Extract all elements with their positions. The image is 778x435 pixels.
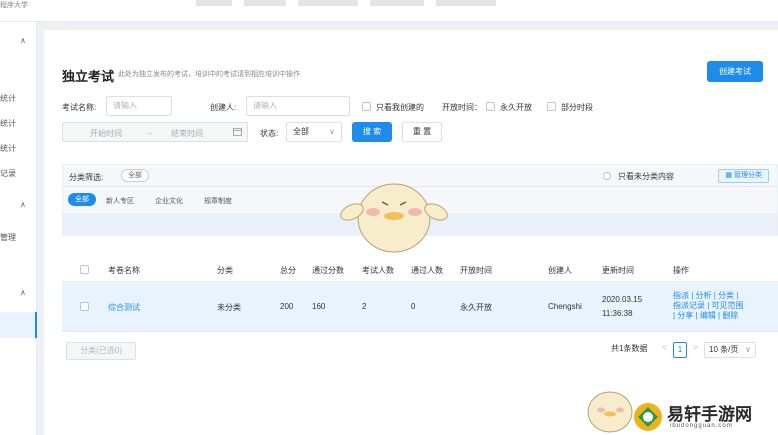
col-pass-score: 通过分数: [312, 266, 344, 275]
col-category: 分类: [217, 266, 233, 275]
select-all-checkbox[interactable]: [80, 265, 89, 274]
chevron-down-icon: ∨: [745, 345, 751, 354]
tag-rules[interactable]: 规章制度: [204, 196, 232, 206]
chevron-up-icon[interactable]: ∧: [20, 288, 26, 297]
row-actions[interactable]: 指派 | 分析 | 分类 | 指派记录 | 可见范围 | 分享 | 编辑 | 删…: [673, 291, 749, 321]
partial-checkbox[interactable]: [547, 102, 556, 111]
tag-all[interactable]: 全部: [68, 193, 96, 206]
page-subtitle: 此处为独立发布的考试，培训中的考试请到相应培训中操作: [118, 71, 300, 78]
chevron-up-icon[interactable]: ∧: [20, 200, 26, 209]
create-exam-button[interactable]: 创建考试: [707, 61, 763, 82]
cell-category: 未分类: [217, 303, 241, 312]
col-name: 考卷名称: [108, 266, 140, 275]
sidebar: ∧ 统计 统计 统计 记录 ∧ 管理 ∧: [0, 22, 37, 435]
sidebar-item-stat-3[interactable]: 统计: [0, 143, 16, 154]
col-total: 总分: [280, 266, 296, 275]
col-exam-count: 考试人数: [362, 266, 394, 275]
chevron-down-icon: ∨: [329, 127, 335, 136]
partial-label: 部分时段: [561, 103, 593, 112]
col-updated: 更新时间: [602, 266, 634, 275]
tag-culture[interactable]: 企业文化: [155, 196, 183, 206]
col-creator: 创建人: [548, 266, 572, 275]
mascot-sticker-small: [587, 391, 633, 433]
manage-category-button[interactable]: ▦ 管理分类: [718, 169, 769, 183]
search-button[interactable]: 搜 索: [352, 122, 392, 142]
prev-page-button[interactable]: <: [662, 343, 667, 352]
watermark-logo-icon: [634, 403, 662, 431]
permanent-checkbox[interactable]: [486, 102, 495, 111]
page-size-select[interactable]: 10 条/页 ∨: [704, 342, 756, 358]
cell-total: 200: [280, 302, 294, 311]
col-open-time: 开放时间: [460, 266, 492, 275]
page-size-value: 10 条/页: [709, 345, 739, 354]
cell-creator: Chengshi: [548, 302, 582, 311]
watermark-url: ibudongguan.com: [670, 423, 733, 429]
cell-pass-score: 160: [312, 302, 326, 311]
grid-icon: ▦: [725, 172, 734, 179]
uncategorized-radio[interactable]: [603, 172, 611, 180]
actions-line-2[interactable]: 指派记录 | 可见范围: [673, 301, 749, 311]
sidebar-item-active[interactable]: [0, 312, 37, 338]
open-time-label: 开放时间：: [442, 103, 482, 112]
end-time-input[interactable]: 结束时间: [171, 128, 203, 139]
tag-newcomer[interactable]: 新人专区: [106, 196, 134, 206]
blurred-header-text: [196, 0, 496, 6]
col-ops: 操作: [673, 266, 689, 275]
start-time-input[interactable]: 开始时间: [90, 128, 122, 139]
reset-button[interactable]: 重 置: [402, 122, 442, 142]
page-title: 独立考试: [62, 69, 115, 84]
status-value: 全部: [293, 127, 309, 136]
next-page-button[interactable]: >: [693, 343, 698, 352]
exam-name-label: 考试名称:: [62, 103, 97, 112]
manage-category-label: 管理分类: [734, 172, 762, 179]
range-separator: →: [145, 128, 153, 137]
only-mine-checkbox[interactable]: [362, 102, 371, 111]
total-count: 共1条数据: [611, 344, 648, 353]
page-1-button[interactable]: 1: [673, 342, 687, 358]
cell-pass-count: 0: [411, 302, 416, 311]
col-pass-count: 通过人数: [411, 266, 443, 275]
creator-input[interactable]: 请输入: [246, 96, 350, 116]
date-range-picker[interactable]: 开始时间 → 结束时间: [62, 122, 248, 142]
sidebar-item-stat-2[interactable]: 统计: [0, 118, 16, 129]
cell-update-time: 11:36:38: [602, 309, 633, 318]
brand-text: 程序大学: [0, 2, 28, 9]
status-label: 状态:: [260, 129, 279, 138]
sidebar-item-record[interactable]: 记录: [0, 168, 16, 179]
top-bar: 程序大学: [0, 0, 778, 22]
mascot-sticker: [340, 183, 448, 253]
actions-line-1[interactable]: 指派 | 分析 | 分类 |: [673, 291, 749, 301]
calendar-icon[interactable]: [233, 127, 242, 138]
sidebar-item-manage[interactable]: 管理: [0, 232, 16, 243]
sidebar-item-stat-1[interactable]: 统计: [0, 93, 16, 104]
only-mine-label: 只看我创建的: [376, 103, 424, 112]
cell-update-date: 2020.03.15: [602, 295, 643, 304]
actions-line-3[interactable]: | 分享 | 编辑 | 删除: [673, 311, 749, 321]
watermark-brand: 易轩手游网: [667, 405, 752, 424]
category-filter-all[interactable]: 全部: [121, 169, 149, 182]
cell-exam-count: 2: [362, 302, 367, 311]
table-row[interactable]: 综合测试 未分类 200 160 2 0 永久开放 Chengshi 2020.…: [62, 282, 778, 332]
creator-label: 创建人:: [210, 103, 237, 112]
status-select[interactable]: 全部 ∨: [286, 122, 342, 142]
cell-open-time: 永久开放: [460, 303, 492, 312]
exam-name-link[interactable]: 综合测试: [108, 302, 140, 313]
batch-category-button[interactable]: 分类(已选0): [66, 342, 136, 360]
uncategorized-label: 只看未分类内容: [618, 172, 674, 181]
category-filter-label: 分类筛选:: [69, 173, 104, 182]
row-checkbox[interactable]: [80, 302, 89, 311]
table-header: 考卷名称 分类 总分 通过分数 考试人数 通过人数 开放时间 创建人 更新时间 …: [62, 256, 778, 282]
permanent-label: 永久开放: [500, 103, 532, 112]
chevron-up-icon[interactable]: ∧: [20, 36, 26, 45]
exam-name-input[interactable]: 请输入: [106, 96, 172, 116]
